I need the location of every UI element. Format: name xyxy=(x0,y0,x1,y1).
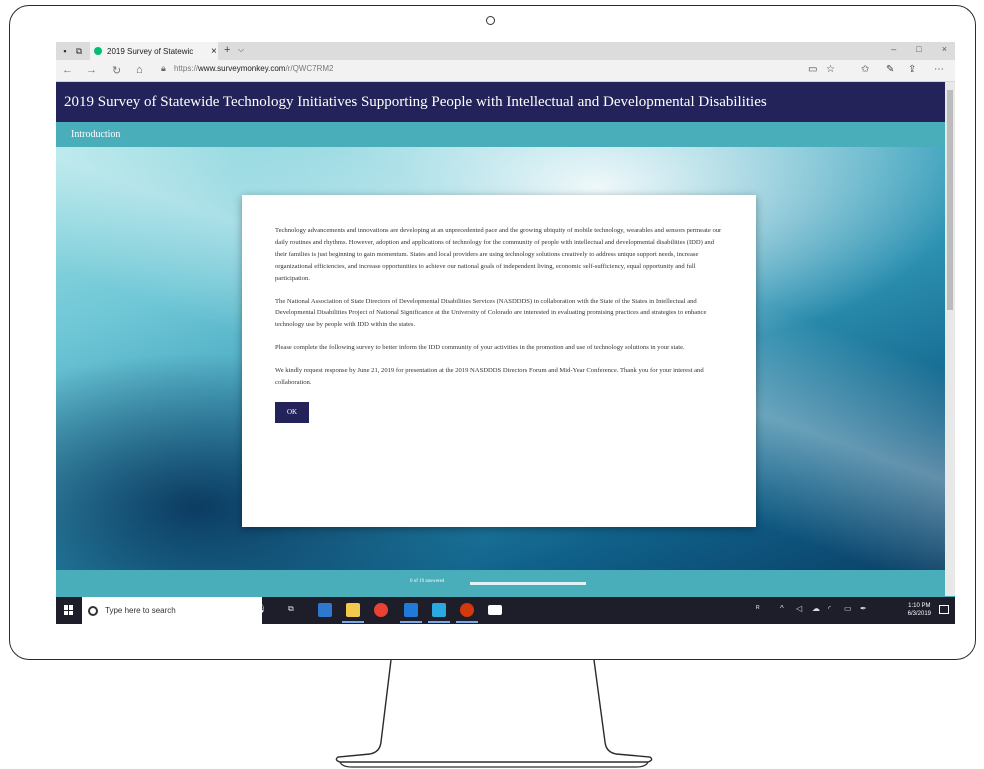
page-scrollbar[interactable] xyxy=(945,82,955,596)
url-host: www.surveymonkey.com xyxy=(198,64,286,73)
survey-title: 2019 Survey of Statewide Technology Init… xyxy=(64,93,767,110)
favorite-star-icon[interactable]: ☆ xyxy=(826,64,835,75)
page-section-label: Introduction xyxy=(71,129,121,140)
microphone-icon[interactable]: 🎙︎ xyxy=(256,604,266,613)
more-icon[interactable]: ⋯ xyxy=(934,64,944,75)
favorites-hub-icon[interactable]: ✩ xyxy=(861,64,869,75)
surveymonkey-favicon-icon xyxy=(94,47,102,55)
intro-paragraph: Technology advancements and innovations … xyxy=(275,227,722,282)
file-explorer-icon[interactable] xyxy=(346,603,360,617)
reading-view-icon[interactable]: ▭ xyxy=(808,64,817,75)
forward-icon[interactable]: → xyxy=(86,64,97,76)
close-tab-icon[interactable]: × xyxy=(211,46,217,57)
home-icon[interactable]: ⌂ xyxy=(136,64,143,76)
minimize-button[interactable]: – xyxy=(891,44,896,54)
ok-button[interactable]: OK xyxy=(275,401,309,423)
survey-subnav: Introduction xyxy=(56,122,955,147)
intro-card: Technology advancements and innovations … xyxy=(242,195,756,527)
active-app-indicator xyxy=(428,621,450,623)
tab-title: 2019 Survey of Statewic xyxy=(107,46,194,56)
progress-text: 0 of 19 answered xyxy=(410,579,445,584)
cortana-icon xyxy=(88,605,98,616)
clock-time: 1:10 PM xyxy=(908,603,931,609)
progress-bar xyxy=(470,582,586,585)
back-icon[interactable]: ← xyxy=(62,64,73,76)
onedrive-icon[interactable]: ☁ xyxy=(812,604,820,613)
address-bar[interactable]: https://www.surveymonkey.com/r/QWC7RM2 xyxy=(174,64,333,73)
people-icon[interactable]: ᴿ xyxy=(756,604,760,613)
browser-nav-bar: ← → ↻ ⌂ 🔒︎ https://www.surveymonkey.com/… xyxy=(56,60,955,82)
taskbar-search-placeholder: Type here to search xyxy=(105,606,176,615)
scrollbar-thumb[interactable] xyxy=(947,90,953,310)
screen: ▪ ⧉ 2019 Survey of Statewic × + ⌵ – □ × … xyxy=(56,42,955,624)
edge-icon[interactable] xyxy=(404,603,418,617)
volume-icon[interactable]: ◁ xyxy=(796,604,802,613)
windows-taskbar: Type here to search 🎙︎ ⧉ ᴿ ^ ◁ ☁ ◜ ▭ ✒ 1… xyxy=(56,597,955,624)
browser-tab-bar: ▪ ⧉ 2019 Survey of Statewic × + ⌵ – □ × xyxy=(56,42,955,60)
url-path: /r/QWC7RM2 xyxy=(285,64,334,73)
clock-date: 6/3/2019 xyxy=(907,611,931,617)
media-app-icon[interactable] xyxy=(460,603,474,617)
new-tab-button[interactable]: + xyxy=(224,44,230,56)
pen-icon[interactable]: ✎ xyxy=(886,64,894,75)
battery-icon[interactable]: ▭ xyxy=(844,604,852,613)
task-view-icon[interactable]: ⧉ xyxy=(288,604,294,614)
taskbar-search-box[interactable]: Type here to search xyxy=(82,597,262,624)
survey-title-bar: 2019 Survey of Statewide Technology Init… xyxy=(56,82,955,122)
tab-actions-icon[interactable]: ▪ xyxy=(60,46,70,56)
maximize-button[interactable]: □ xyxy=(916,44,921,54)
active-app-indicator xyxy=(456,621,478,623)
share-icon[interactable]: ⇪ xyxy=(908,64,916,75)
skype-icon[interactable] xyxy=(432,603,446,617)
browser-tab[interactable]: 2019 Survey of Statewic × xyxy=(90,42,218,60)
intro-paragraph: The National Association of State Direct… xyxy=(275,297,707,329)
system-clock[interactable]: 1:10 PM 6/3/2019 xyxy=(908,602,931,618)
refresh-icon[interactable]: ↻ xyxy=(112,64,121,77)
store-app-icon[interactable] xyxy=(318,603,332,617)
action-center-icon[interactable] xyxy=(939,605,949,614)
tab-preview-chevron-icon[interactable]: ⌵ xyxy=(238,45,244,55)
show-hidden-icons-chevron[interactable]: ^ xyxy=(780,604,784,613)
url-prefix: https:// xyxy=(174,64,199,73)
mail-icon[interactable] xyxy=(488,605,502,615)
windows-start-icon[interactable] xyxy=(64,605,74,615)
intro-paragraph: We kindly request response by June 21, 2… xyxy=(275,367,704,387)
progress-footer: 0 of 19 answered xyxy=(56,570,955,597)
active-app-indicator xyxy=(400,621,422,623)
chrome-icon[interactable] xyxy=(374,603,388,617)
active-app-indicator xyxy=(342,621,364,623)
window-controls: – □ × xyxy=(891,44,947,54)
lock-icon: 🔒︎ xyxy=(161,63,166,73)
close-window-button[interactable]: × xyxy=(942,44,947,54)
set-tabs-aside-icon[interactable]: ⧉ xyxy=(74,46,84,56)
intro-paragraph: Please complete the following survey to … xyxy=(275,344,685,352)
pen-workspace-icon[interactable]: ✒ xyxy=(860,604,867,613)
wifi-icon[interactable]: ◜ xyxy=(828,604,831,613)
